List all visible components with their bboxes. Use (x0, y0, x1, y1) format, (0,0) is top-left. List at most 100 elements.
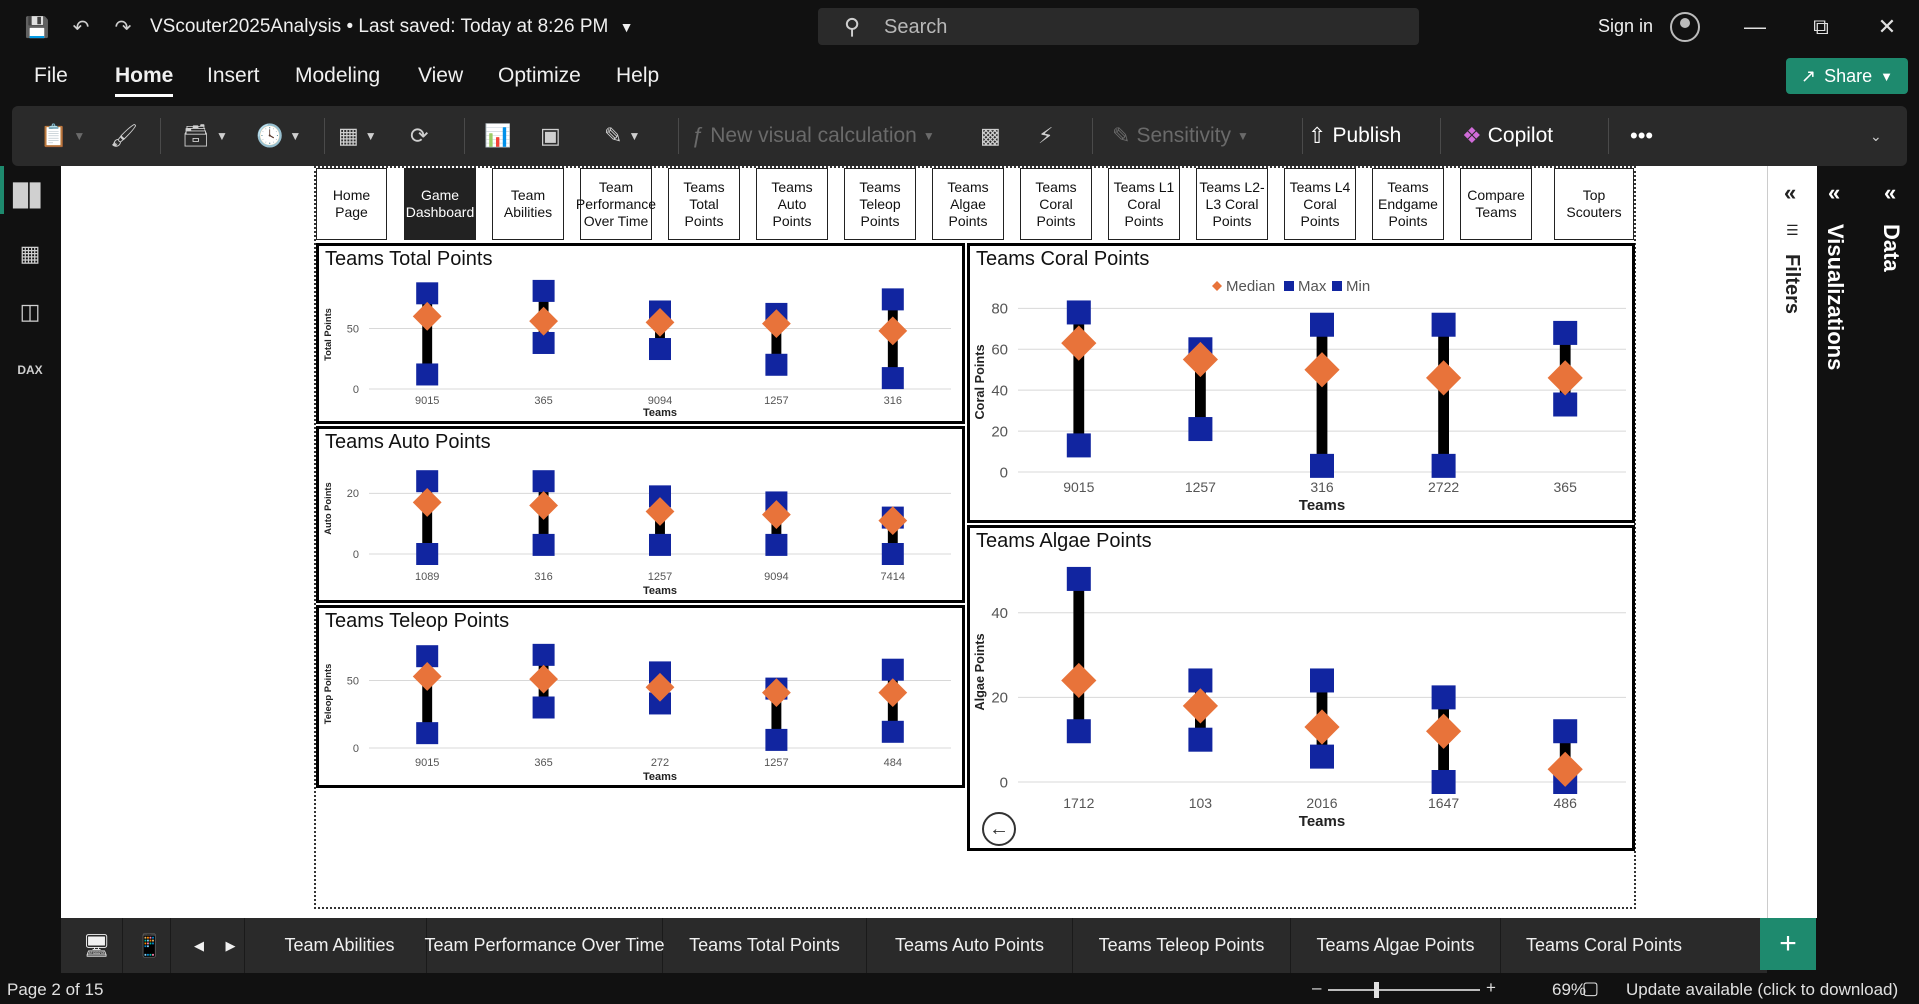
share-icon: ↗ (1800, 65, 1817, 86)
mobile-layout-icon[interactable]: 📱 (129, 918, 171, 973)
paste-icon[interactable]: 📋 ▼ (40, 116, 85, 156)
nav-button-teams-total-points[interactable]: Teams Total Points (668, 168, 740, 240)
nav-button-teams-auto-points[interactable]: Teams Auto Points (756, 168, 828, 240)
ribbon-divider (678, 118, 679, 154)
more-visuals-icon[interactable]: ✎ ▼ (604, 116, 640, 156)
share-button[interactable]: ↗ Share ▼ (1786, 58, 1908, 94)
back-arrow-icon[interactable]: ← (982, 812, 1016, 846)
page-tab[interactable]: Teams Coral Points (1501, 918, 1707, 973)
filters-pane[interactable]: « ☰ Filters (1767, 166, 1817, 918)
max-marker (1310, 668, 1334, 693)
get-data-icon[interactable]: 🗃 ▼ (182, 116, 228, 156)
redo-icon[interactable]: ↷ (108, 12, 138, 42)
zoom-out-button[interactable]: – (1312, 978, 1321, 998)
search-icon: ⚲ (844, 14, 861, 39)
copilot-button[interactable]: ❖ Copilot (1462, 116, 1553, 156)
chevron-left-icon[interactable]: ◀ (185, 918, 213, 973)
zoom-in-button[interactable]: + (1486, 978, 1496, 998)
nav-button-teams-algae-points[interactable]: Teams Algae Points (932, 168, 1004, 240)
restore-icon[interactable]: ⧉ (1798, 10, 1844, 44)
undo-icon[interactable]: ↶ (66, 12, 96, 42)
nav-button-home-page[interactable]: Home Page (316, 168, 387, 240)
quick-measure-icon[interactable]: ⚡ (1038, 116, 1053, 156)
nav-button-teams-coral-points[interactable]: Teams Coral Points (1020, 168, 1092, 240)
max-marker (532, 643, 555, 666)
chevron-down-icon: ▼ (1880, 68, 1893, 84)
menu-optimize[interactable]: Optimize (498, 64, 581, 94)
menu-file[interactable]: File (34, 64, 68, 94)
visualizations-pane-label[interactable]: Visualizations (1822, 224, 1848, 370)
nav-button-team-abilities[interactable]: Team Abilities (492, 168, 564, 240)
chart-teams-teleop-points[interactable]: Teams Teleop Points 0 50 9015 365 272 1257 484… (316, 605, 965, 788)
zoom-slider-thumb[interactable] (1374, 982, 1379, 998)
publish-button[interactable]: ⇧ Publish (1308, 116, 1401, 156)
nav-button-team-performance[interactable]: Team Performance Over Time (576, 168, 656, 240)
table-view-icon[interactable]: ▦ (14, 238, 46, 270)
nav-button-teams-endgame-points[interactable]: Teams Endgame Points (1372, 168, 1444, 240)
chart-teams-coral-points[interactable]: Teams Coral Points 0 20 40 60 80 9015 1257 316 2… (967, 243, 1635, 523)
sensitivity-button[interactable]: ✎ Sensitivity ▼ (1112, 116, 1249, 156)
max-marker (1431, 685, 1456, 710)
page-tab[interactable]: Team Abilities (253, 918, 427, 973)
min-marker (881, 367, 904, 390)
document-title[interactable]: VScouter2025Analysis • Last saved: Today… (150, 16, 634, 38)
text-box-icon[interactable]: ▣ (540, 116, 561, 156)
save-icon[interactable]: 💾 (22, 12, 52, 42)
transform-data-icon[interactable]: ▦ ▼ (338, 116, 377, 156)
chart-teams-total-points[interactable]: Teams Total Points 0 50 9015 365 9094 1257 316… (316, 243, 965, 424)
page-tab[interactable]: Team Performance Over Time (424, 918, 665, 973)
refresh-icon[interactable]: ⟳ (410, 116, 428, 156)
update-available-link[interactable]: Update available (click to download) (1626, 980, 1898, 1000)
chevron-left-icon[interactable]: « (1784, 180, 1796, 206)
collapse-ribbon-icon[interactable]: ⌄ (1870, 116, 1882, 156)
data-pane-label[interactable]: Data (1878, 224, 1904, 272)
chevron-left-icon[interactable]: « (1828, 180, 1840, 206)
chevron-left-icon[interactable]: « (1884, 180, 1896, 206)
close-icon[interactable]: ✕ (1864, 10, 1910, 44)
chart-teams-auto-points[interactable]: Teams Auto Points 0 20 1089 316 1257 9094 7414… (316, 426, 965, 603)
menu-view[interactable]: View (418, 64, 463, 94)
nav-button-top-scouters[interactable]: Top Scouters (1554, 168, 1634, 240)
dax-query-view-icon[interactable]: DAX (14, 354, 46, 386)
report-view-icon[interactable]: ▉▋ (13, 180, 47, 212)
menu-modeling[interactable]: Modeling (295, 64, 380, 94)
desktop-layout-icon[interactable]: 🖥 (71, 918, 123, 973)
fit-to-page-icon[interactable]: ▢ (1582, 978, 1599, 999)
nav-button-teams-l2-l3-coral-points[interactable]: Teams L2-L3 Coral Points (1196, 168, 1268, 240)
search-input[interactable]: ⚲ Search (818, 8, 1419, 45)
nav-button-teams-l4-coral-points[interactable]: Teams L4 Coral Points (1284, 168, 1356, 240)
menu-insert[interactable]: Insert (207, 64, 260, 94)
minimize-icon[interactable]: — (1732, 10, 1778, 44)
new-visual-calculation-button[interactable]: ƒ New visual calculation ▼ (692, 116, 935, 156)
page-tab[interactable]: Teams Algae Points (1291, 918, 1501, 973)
x-tick-label: 316 (884, 395, 902, 407)
add-page-button[interactable]: + (1760, 918, 1816, 970)
nav-button-game-dashboard[interactable]: Game Dashboard (404, 168, 476, 240)
menu-help[interactable]: Help (616, 64, 659, 94)
active-view-indicator (0, 166, 4, 214)
legend-min-marker (1332, 281, 1342, 291)
avatar[interactable] (1670, 12, 1700, 42)
recent-sources-icon[interactable]: 🕓 ▼ (256, 116, 301, 156)
x-tick-label: 272 (651, 757, 669, 769)
x-tick-label: 103 (1189, 795, 1213, 811)
page-tab[interactable]: Teams Auto Points (867, 918, 1073, 973)
nav-button-teams-teleop-points[interactable]: Teams Teleop Points (844, 168, 916, 240)
more-options-icon[interactable]: ••• (1630, 116, 1653, 156)
chart-teams-algae-points[interactable]: Teams Algae Points 0 20 40 1712 103 2016 1647 4… (967, 525, 1635, 851)
sign-in-link[interactable]: Sign in (1598, 16, 1653, 37)
new-measure-icon[interactable]: ▩ (980, 116, 1001, 156)
x-tick-label: 1089 (415, 571, 439, 583)
new-visual-icon[interactable]: 📊 (484, 116, 511, 156)
page-tab[interactable]: Teams Teleop Points (1073, 918, 1291, 973)
menu-home[interactable]: Home (115, 64, 174, 97)
chevron-right-icon[interactable]: ▶ (217, 918, 245, 973)
min-marker (765, 533, 788, 556)
min-marker (1553, 392, 1578, 417)
nav-button-compare-teams[interactable]: Compare Teams (1460, 168, 1532, 240)
format-painter-icon[interactable]: 🖌 (110, 116, 138, 156)
zoom-slider[interactable] (1328, 982, 1480, 998)
model-view-icon[interactable]: ◫ (14, 296, 46, 328)
nav-button-teams-l1-coral-points[interactable]: Teams L1 Coral Points (1108, 168, 1180, 240)
page-tab[interactable]: Teams Total Points (663, 918, 867, 973)
